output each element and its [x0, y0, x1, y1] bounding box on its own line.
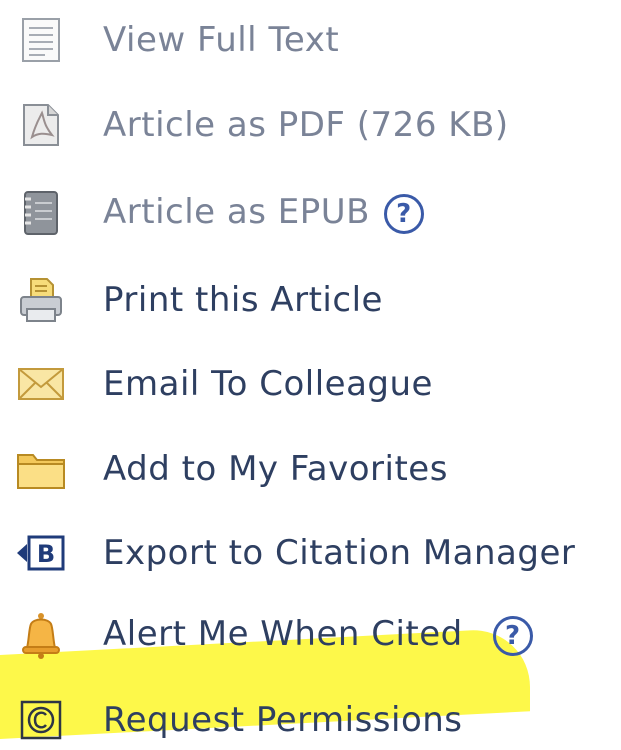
- envelope-icon: [12, 356, 70, 412]
- article-pdf-label: Article as PDF (726 KB): [103, 105, 509, 145]
- printer-icon: [12, 272, 70, 328]
- article-epub-text: Article as EPUB: [103, 192, 370, 233]
- email-colleague-label: Email To Colleague: [103, 364, 433, 404]
- print-article-label: Print this Article: [103, 280, 383, 320]
- alert-cited-label: Alert Me When Cited?: [103, 614, 533, 656]
- epub-help-icon[interactable]: ?: [383, 193, 424, 234]
- bell-icon: [12, 607, 70, 663]
- export-citation-label: Export to Citation Manager: [103, 533, 576, 573]
- svg-text:B: B: [37, 540, 55, 568]
- request-permissions-label: Request Permissions: [103, 700, 463, 740]
- article-epub-label: Article as EPUB?: [103, 192, 424, 234]
- document-lines-icon: [12, 12, 70, 68]
- epub-book-icon: [12, 185, 70, 241]
- citation-export-icon: B: [12, 525, 70, 581]
- folder-icon: [12, 441, 70, 497]
- add-favorites-label: Add to My Favorites: [103, 449, 448, 489]
- alert-cited-text: Alert Me When Cited: [103, 614, 463, 655]
- alert-help-icon[interactable]: ?: [492, 615, 533, 656]
- copyright-icon: [12, 692, 70, 748]
- pdf-icon: [12, 97, 70, 153]
- view-full-text-label: View Full Text: [103, 20, 340, 60]
